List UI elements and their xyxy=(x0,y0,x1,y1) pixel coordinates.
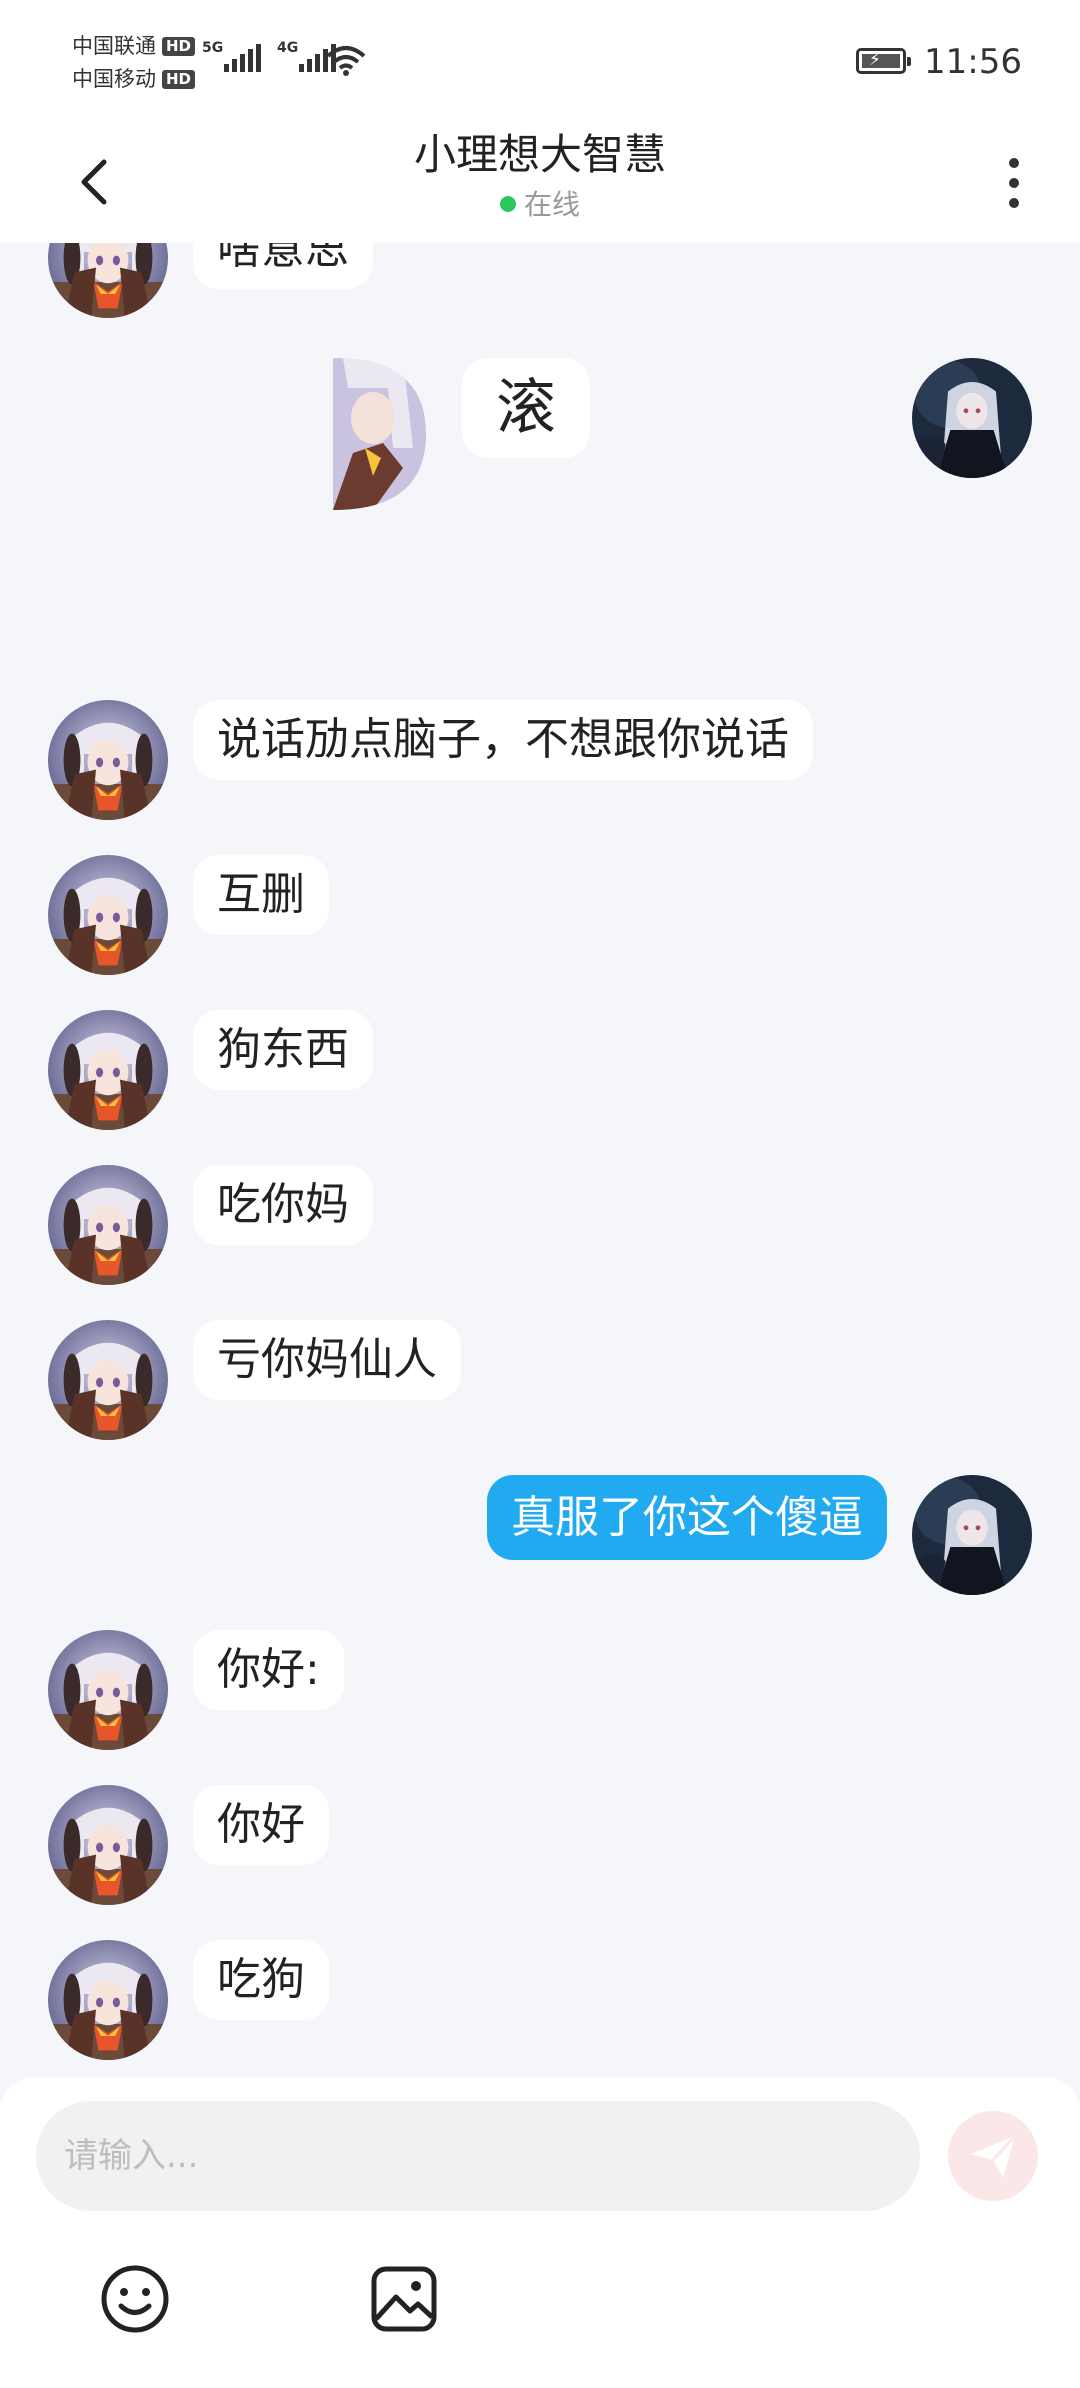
my-avatar[interactable] xyxy=(912,1475,1032,1595)
message-bubble-incoming[interactable]: 吃狗 xyxy=(193,1940,329,2020)
paper-plane-icon xyxy=(971,2134,1017,2178)
message-bubble-incoming[interactable]: 你好 xyxy=(193,1785,329,1865)
image-icon xyxy=(371,2266,437,2332)
presence-status: 在线 xyxy=(0,183,1080,223)
contact-avatar[interactable] xyxy=(48,855,168,975)
more-vertical-icon xyxy=(1009,158,1019,168)
carrier-2-label: 中国移动 xyxy=(72,67,156,91)
battery-icon: ⚡ xyxy=(856,48,911,74)
contact-avatar[interactable] xyxy=(48,243,168,318)
signal-indicators: 5G 4G xyxy=(202,40,336,72)
message-bubble-outgoing[interactable]: 真服了你这个傻逼 xyxy=(487,1475,887,1560)
chat-title: 小理想大智慧 xyxy=(413,130,666,179)
contact-avatar[interactable] xyxy=(48,700,168,820)
chat-header: 小理想大智慧 在线 xyxy=(0,125,1080,243)
signal-5g-icon: 5G xyxy=(202,40,261,72)
message-bubble-incoming[interactable]: 吃你妈 xyxy=(193,1165,373,1245)
contact-avatar[interactable] xyxy=(48,1940,168,2060)
message-bubble-incoming[interactable]: 说话劢点脑子，不想跟你说话 xyxy=(193,700,813,780)
message-bubble-outgoing[interactable]: 滚 xyxy=(462,358,590,458)
status-bar: 中国联通 HD 中国移动 HD 5G 4G ⚡ 11:56 xyxy=(0,0,1080,125)
carrier-info: 中国联通 HD 中国移动 HD xyxy=(72,30,196,96)
message-input[interactable] xyxy=(36,2101,920,2211)
image-picker-button[interactable] xyxy=(366,2261,442,2337)
contact-avatar[interactable] xyxy=(48,1630,168,1750)
message-bubble-incoming[interactable]: 亏你妈仙人 xyxy=(193,1320,461,1400)
contact-avatar[interactable] xyxy=(48,1785,168,1905)
message-bubble-incoming[interactable]: 狗东西 xyxy=(193,1010,373,1090)
wifi-icon xyxy=(326,46,366,76)
send-button[interactable] xyxy=(948,2111,1038,2201)
received-image[interactable] xyxy=(333,358,426,510)
hd-badge: HD xyxy=(162,70,196,89)
message-list[interactable]: 啥意思 滚 说话劢点脑子，不想跟你说话 互删 狗东西 吃你妈 亏你妈仙人 真服了… xyxy=(0,243,1080,2080)
hd-badge: HD xyxy=(162,37,196,56)
carrier-1-label: 中国联通 xyxy=(72,34,156,58)
my-avatar[interactable] xyxy=(912,358,1032,478)
emoji-button[interactable] xyxy=(97,2261,173,2337)
input-panel xyxy=(0,2077,1080,2388)
online-dot-icon xyxy=(499,196,516,212)
more-options-button[interactable] xyxy=(998,143,1030,223)
contact-avatar[interactable] xyxy=(48,1010,168,1130)
smiley-icon xyxy=(101,2265,169,2333)
contact-avatar[interactable] xyxy=(48,1320,168,1440)
message-bubble-incoming[interactable]: 啥意思 xyxy=(193,243,373,289)
message-bubble-incoming[interactable]: 你好: xyxy=(193,1630,344,1710)
message-bubble-incoming[interactable]: 互删 xyxy=(193,855,329,935)
presence-label: 在线 xyxy=(523,188,580,221)
clock: 11:56 xyxy=(924,42,1022,82)
contact-avatar[interactable] xyxy=(48,1165,168,1285)
